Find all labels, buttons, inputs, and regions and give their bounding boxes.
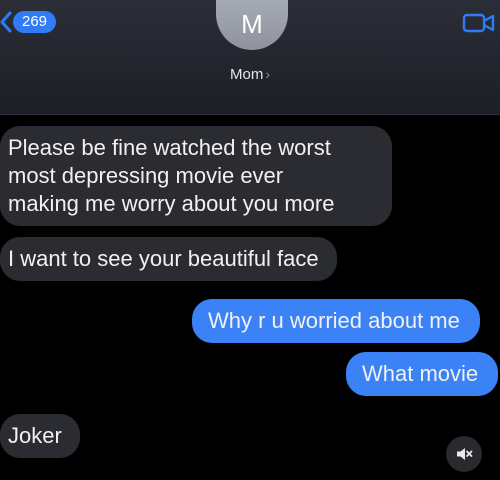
message-text: What movie (362, 361, 479, 386)
message-bubble-outgoing[interactable]: What movie (346, 352, 499, 396)
speaker-muted-icon (457, 448, 473, 460)
back-button[interactable]: 269 (0, 8, 57, 36)
contact-name-button[interactable]: Mom › (0, 64, 500, 85)
avatar-initial: M (241, 8, 263, 39)
conversation-header: 269 M Mom › (0, 0, 500, 115)
unread-count-badge: 269 (13, 11, 57, 33)
message-bubble-incoming[interactable]: Joker (0, 414, 80, 458)
message-bubble-outgoing[interactable]: Why r u worried about me (192, 299, 480, 343)
avatar[interactable]: M (216, 0, 288, 50)
chevron-right-icon: › (265, 66, 270, 82)
message-bubble-incoming[interactable]: I want to see your beautiful face (0, 237, 337, 281)
mute-toggle-button[interactable] (446, 436, 482, 472)
contact-name: Mom (229, 66, 264, 83)
message-text: Why r u worried about me (208, 308, 460, 333)
message-text: Joker (8, 423, 62, 448)
message-text: Please be fine watched the worst most de… (8, 135, 335, 216)
chevron-left-icon (0, 11, 12, 33)
video-camera-icon[interactable] (462, 12, 496, 34)
message-bubble-incoming[interactable]: Please be fine watched the worst most de… (0, 126, 392, 226)
message-text: I want to see your beautiful face (8, 246, 319, 271)
